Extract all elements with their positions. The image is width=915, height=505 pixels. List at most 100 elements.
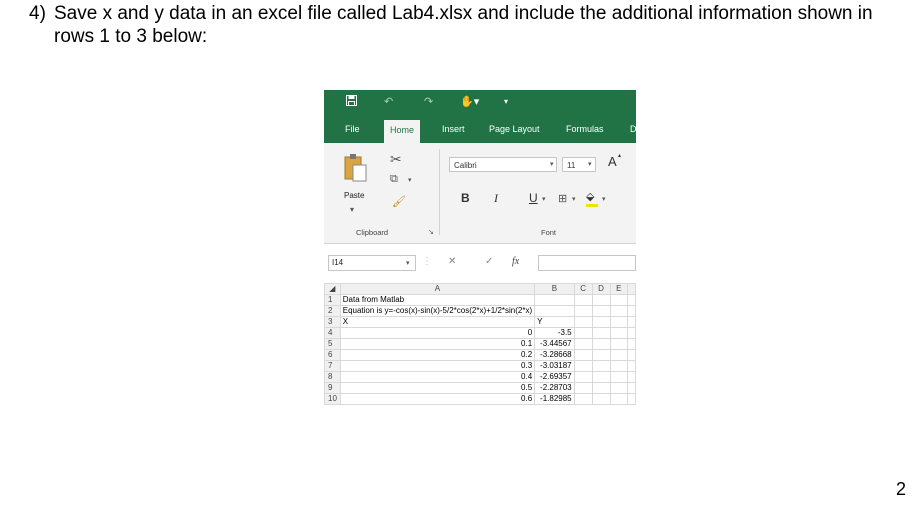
cell[interactable]	[534, 305, 575, 317]
customize-quick-access-icon[interactable]: ▾	[504, 95, 508, 109]
tab-file[interactable]: File	[345, 122, 360, 136]
cell[interactable]	[627, 338, 636, 350]
cell[interactable]	[591, 316, 611, 328]
cell[interactable]	[609, 349, 629, 361]
insert-function-button[interactable]: fx	[512, 256, 519, 267]
cell[interactable]: -3.03187	[534, 360, 575, 372]
cell[interactable]: 0.4	[339, 371, 536, 383]
tab-data[interactable]: D	[630, 122, 636, 136]
underline-button[interactable]: U	[529, 191, 538, 205]
formula-input[interactable]	[538, 255, 636, 271]
column-header[interactable]: B	[534, 283, 575, 295]
cell[interactable]	[627, 349, 636, 361]
font-name-dropdown-icon[interactable]: ▾	[550, 160, 554, 168]
cell[interactable]	[609, 327, 629, 339]
name-box[interactable]: I14	[328, 255, 416, 271]
cell[interactable]	[609, 294, 629, 306]
cell[interactable]	[591, 305, 611, 317]
cell[interactable]	[591, 382, 611, 394]
cell[interactable]	[627, 360, 636, 372]
tab-formulas[interactable]: Formulas	[566, 122, 604, 136]
paste-dropdown-icon[interactable]: ▾	[350, 205, 354, 214]
cell[interactable]: 0.6	[339, 393, 536, 405]
paste-button[interactable]: Paste	[344, 191, 364, 200]
row-header[interactable]: 6	[324, 349, 341, 361]
cell[interactable]	[591, 349, 611, 361]
cell[interactable]	[573, 349, 593, 361]
cell[interactable]	[591, 338, 611, 350]
cell[interactable]	[573, 371, 593, 383]
touch-mode-icon[interactable]: ✋▾	[460, 95, 479, 109]
clipboard-launcher-icon[interactable]: ↘	[428, 228, 434, 236]
column-header[interactable]: D	[591, 283, 611, 295]
redo-icon[interactable]: ↷	[424, 95, 433, 109]
clipboard-paste-icon[interactable]	[344, 153, 368, 185]
italic-button[interactable]: I	[494, 191, 498, 206]
column-header[interactable]: A	[339, 283, 536, 295]
undo-icon[interactable]: ↶	[384, 95, 393, 109]
row-header[interactable]: 5	[324, 338, 341, 350]
row-header[interactable]: 2	[324, 305, 341, 317]
tab-insert[interactable]: Insert	[442, 122, 465, 136]
cell[interactable]: 0.2	[339, 349, 536, 361]
cell[interactable]	[609, 371, 629, 383]
cell[interactable]: 0.5	[339, 382, 536, 394]
cell[interactable]	[609, 316, 629, 328]
cell[interactable]	[609, 305, 629, 317]
cell[interactable]	[627, 294, 636, 306]
cell[interactable]	[627, 371, 636, 383]
column-header[interactable]: E	[609, 283, 629, 295]
enter-icon[interactable]: ✓	[485, 256, 493, 267]
format-painter-icon[interactable]: 🖌	[392, 195, 406, 208]
cut-icon[interactable]: ✂	[390, 151, 402, 168]
tab-page-layout[interactable]: Page Layout	[489, 122, 540, 136]
cell[interactable]	[609, 338, 629, 350]
cell[interactable]	[534, 294, 575, 306]
cell[interactable]	[609, 382, 629, 394]
cell[interactable]: 0.3	[339, 360, 536, 372]
cancel-icon[interactable]: ✕	[448, 256, 456, 267]
copy-dropdown-icon[interactable]: ▾	[408, 176, 412, 184]
fill-color-icon[interactable]: ⬙	[586, 190, 594, 203]
column-header[interactable]: C	[573, 283, 593, 295]
cell[interactable]: -3.5	[534, 327, 575, 339]
column-header-partial[interactable]	[627, 283, 636, 295]
row-header[interactable]: 1	[324, 294, 341, 306]
underline-dropdown-icon[interactable]: ▾	[542, 195, 546, 203]
save-icon[interactable]	[346, 95, 357, 110]
cell[interactable]	[627, 393, 636, 405]
cell[interactable]: Data from Matlab	[339, 294, 536, 306]
cell[interactable]	[627, 327, 636, 339]
cell[interactable]: Equation is y=-cos(x)-sin(x)-5/2*cos(2*x…	[339, 305, 536, 317]
font-name-select[interactable]: Calibri	[449, 157, 557, 172]
cell[interactable]	[573, 327, 593, 339]
cell[interactable]	[591, 393, 611, 405]
row-header[interactable]: 9	[324, 382, 341, 394]
cell[interactable]: X	[339, 316, 536, 328]
cell[interactable]: -3.28668	[534, 349, 575, 361]
cell[interactable]	[591, 294, 611, 306]
cell[interactable]	[609, 360, 629, 372]
tab-home[interactable]: Home	[384, 120, 421, 143]
cell[interactable]	[573, 360, 593, 372]
cell[interactable]: 0	[339, 327, 536, 339]
bold-button[interactable]: B	[461, 191, 470, 205]
cell[interactable]	[573, 338, 593, 350]
cell[interactable]: 0.1	[339, 338, 536, 350]
cell[interactable]	[591, 371, 611, 383]
cell[interactable]	[627, 305, 636, 317]
cell[interactable]: -2.69357	[534, 371, 575, 383]
select-all-corner[interactable]: ◢	[324, 283, 341, 295]
borders-dropdown-icon[interactable]: ▾	[572, 195, 576, 203]
copy-icon[interactable]: ⧉	[390, 173, 398, 186]
row-header[interactable]: 7	[324, 360, 341, 372]
cell[interactable]: -1.82985	[534, 393, 575, 405]
cell[interactable]: -3.44567	[534, 338, 575, 350]
name-box-dropdown-icon[interactable]: ▾	[406, 259, 410, 267]
font-size-dropdown-icon[interactable]: ▾	[588, 160, 592, 168]
row-header[interactable]: 4	[324, 327, 341, 339]
cell[interactable]	[591, 327, 611, 339]
cell[interactable]	[573, 382, 593, 394]
increase-font-size-button[interactable]: A	[608, 154, 617, 169]
borders-icon[interactable]: ⊞	[558, 192, 567, 205]
